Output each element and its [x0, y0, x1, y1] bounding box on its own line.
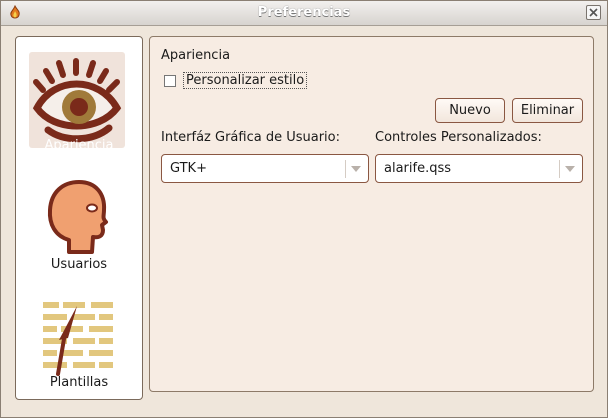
custom-controls-label: Controles Personalizados:	[375, 130, 542, 145]
gui-select-value: GTK+	[170, 161, 207, 176]
chevron-down-icon	[351, 166, 361, 172]
brick-wall-trowel-icon	[29, 288, 125, 384]
combo-separator	[345, 160, 346, 178]
sidebar-item-apariencia[interactable]: Apariencia	[16, 47, 142, 162]
new-button[interactable]: Nuevo	[435, 98, 505, 123]
sidebar-item-usuarios[interactable]: Usuarios	[16, 165, 142, 280]
title-bar[interactable]: Preferencias	[1, 1, 607, 26]
close-icon	[589, 8, 598, 17]
custom-style-checkbox[interactable]	[164, 75, 176, 87]
group-title: Apariencia	[161, 48, 231, 63]
custom-style-label[interactable]: Personalizar estilo	[183, 72, 308, 89]
delete-button[interactable]: Eliminar	[512, 98, 583, 123]
preferences-window: Preferencias Apariencia Usuarios Plantil…	[0, 0, 608, 418]
sidebar-item-label: Usuarios	[50, 257, 108, 272]
custom-controls-select[interactable]: alarife.qss	[375, 154, 583, 183]
user-head-icon	[29, 170, 125, 266]
sidebar-item-plantillas[interactable]: Plantillas	[16, 283, 142, 398]
gui-select[interactable]: GTK+	[161, 154, 369, 183]
combo-separator	[559, 160, 560, 178]
chevron-down-icon	[565, 166, 575, 172]
custom-controls-select-value: alarife.qss	[384, 161, 452, 176]
sidebar-item-label: Apariencia	[44, 138, 114, 153]
sidebar-item-label: Plantillas	[49, 375, 109, 390]
close-button[interactable]	[586, 5, 601, 20]
preferences-sidebar: Apariencia Usuarios Plantillas	[15, 36, 143, 400]
window-title: Preferencias	[257, 5, 351, 20]
eye-icon	[29, 52, 125, 148]
appearance-panel: Apariencia Personalizar estilo Nuevo Eli…	[149, 36, 594, 392]
gui-label: Interfáz Gráfica de Usuario:	[161, 130, 340, 145]
